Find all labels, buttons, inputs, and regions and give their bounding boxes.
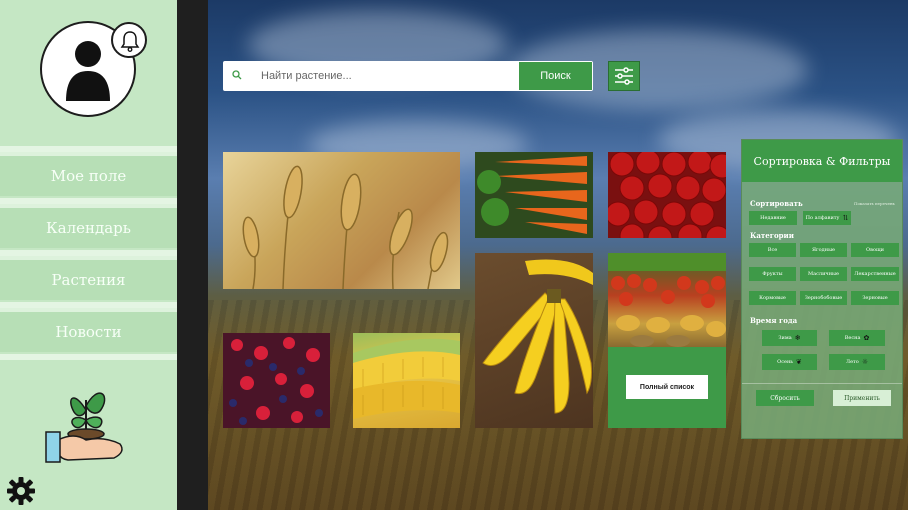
corn-image — [353, 338, 460, 419]
search-icon — [232, 70, 242, 80]
season-winter-chip[interactable]: Зима ❄ — [762, 330, 817, 346]
snowflake-icon: ❄ — [794, 334, 801, 342]
nav-label: Мое поле — [50, 167, 127, 185]
sort-label: Сортировать — [750, 199, 803, 208]
sidebar: Мое поле Календарь Растения Новости — [0, 0, 177, 510]
season-autumn-chip[interactable]: Осень ❦ — [762, 354, 817, 370]
categories-label: Категории — [750, 231, 794, 240]
panel-divider — [742, 383, 902, 384]
vegetables-image — [608, 253, 726, 347]
plant-tile-corn[interactable] — [353, 333, 460, 428]
plant-tile-berries[interactable] — [223, 333, 330, 428]
nav-item-calendar[interactable]: Календарь — [0, 204, 177, 248]
chip-label: Зима — [778, 335, 792, 341]
plant-tile-wheat[interactable] — [223, 152, 460, 289]
apple-image — [608, 152, 726, 238]
chip-label: Недавние — [760, 215, 786, 221]
chip-label: По алфавиту — [805, 215, 840, 221]
user-icon — [66, 41, 110, 101]
category-oilseed-chip[interactable]: Масличные — [800, 267, 847, 281]
sidebar-shadow-strip — [177, 0, 208, 510]
banana-image — [482, 259, 593, 414]
plant-tile-banana[interactable] — [475, 253, 593, 428]
search-input[interactable] — [261, 65, 531, 87]
leaf-icon: ❦ — [796, 358, 802, 366]
sun-icon: ☼ — [861, 358, 869, 366]
filter-panel-title: Сортировка & Фильтры — [742, 140, 902, 182]
chip-label: Овощи — [866, 247, 884, 253]
chip-label: Все — [767, 247, 778, 253]
chip-label: Зернобобовые — [804, 295, 843, 301]
nav-label: Новости — [55, 323, 122, 341]
category-medicinal-chip[interactable]: Лекарственные — [851, 267, 899, 281]
berries-image — [229, 337, 323, 425]
sort-alphabet-chip[interactable]: По алфавиту ⇅ — [803, 211, 851, 225]
category-fodder-chip[interactable]: Кормовые — [749, 291, 796, 305]
sort-hint[interactable]: Показать перечень — [854, 201, 895, 206]
nav-item-plants[interactable]: Растения — [0, 256, 177, 300]
category-vegetables-chip[interactable]: Овощи — [851, 243, 899, 257]
chip-label: Фрукты — [762, 271, 783, 277]
search-button[interactable]: Поиск — [519, 62, 592, 90]
season-spring-chip[interactable]: Весна ✿ — [829, 330, 885, 346]
notification-button[interactable] — [111, 22, 147, 58]
apply-button[interactable]: Применить — [833, 390, 891, 406]
reset-button[interactable]: Сбросить — [756, 390, 814, 406]
category-legume-chip[interactable]: Зернобобовые — [800, 291, 847, 305]
settings-gear-icon[interactable] — [6, 476, 36, 506]
category-grain-chip[interactable]: Зерновые — [851, 291, 899, 305]
chip-label: Зерновые — [862, 295, 888, 301]
chip-label: Лето — [845, 359, 859, 365]
nav-divider — [0, 354, 177, 360]
chip-label: Ягодные — [811, 247, 836, 253]
wheat-image — [242, 165, 449, 289]
filter-toggle-button[interactable] — [608, 61, 640, 91]
sliders-icon — [615, 67, 633, 85]
sort-recent-chip[interactable]: Недавние — [749, 211, 797, 225]
chip-label: Весна — [844, 335, 861, 341]
category-fruits-chip[interactable]: Фрукты — [749, 267, 796, 281]
nav-label: Растения — [51, 271, 126, 289]
plant-in-hand-logo — [45, 392, 123, 463]
chip-label: Кормовые — [759, 295, 786, 301]
chip-label: Осень — [777, 359, 794, 365]
plant-tile-carrot[interactable] — [475, 152, 593, 238]
carrot-image — [475, 152, 593, 238]
full-list-button[interactable]: Полный список — [626, 375, 708, 399]
category-all-chip[interactable]: Все — [749, 243, 796, 257]
chip-label: Лекарственные — [854, 271, 896, 277]
bell-icon — [120, 31, 140, 52]
chip-label: Масличные — [808, 271, 839, 277]
flower-icon: ✿ — [863, 334, 870, 342]
nav-label: Календарь — [46, 219, 131, 237]
category-berry-chip[interactable]: Ягодные — [800, 243, 847, 257]
plant-tile-apple[interactable] — [608, 152, 726, 238]
plant-tile-vegetable-market[interactable] — [608, 253, 726, 347]
nav-item-my-field[interactable]: Мое поле — [0, 152, 177, 196]
nav-item-news[interactable]: Новости — [0, 308, 177, 352]
seasons-label: Время года — [750, 316, 798, 325]
season-summer-chip[interactable]: Лето ☼ — [829, 354, 885, 370]
sort-az-icon: ⇅ — [842, 214, 849, 222]
